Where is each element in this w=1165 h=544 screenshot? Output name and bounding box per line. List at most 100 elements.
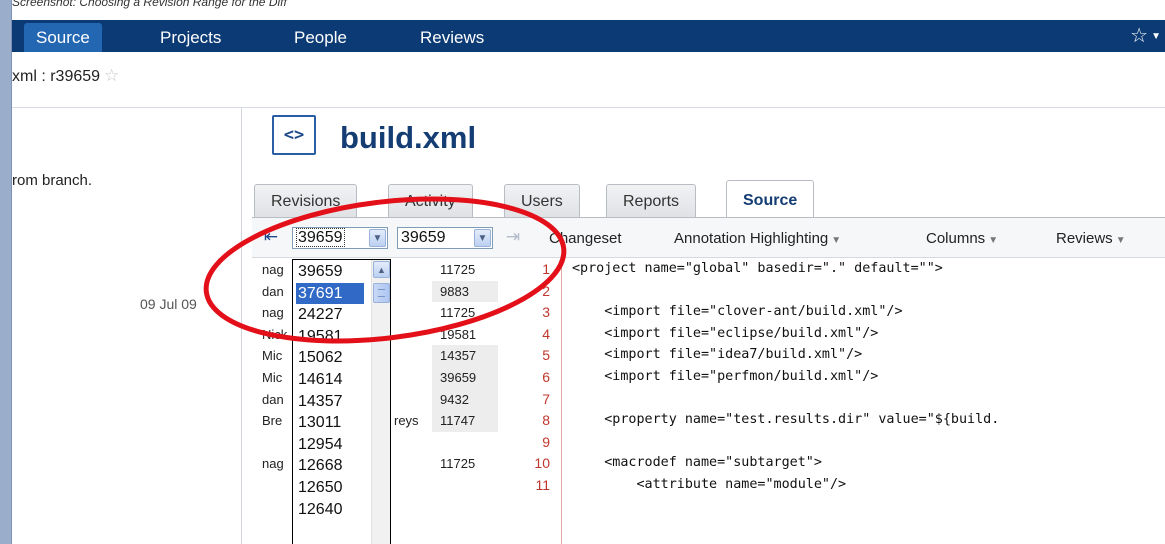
xml-file-icon: <> [272, 115, 316, 155]
source-code-line: <attribute name="module"/> [572, 477, 847, 492]
chevron-down-icon: ▼ [831, 235, 842, 246]
nav-tab-source[interactable]: Source [24, 23, 102, 52]
line-author-tail: reys [394, 413, 419, 429]
changeset-link[interactable]: Changeset [549, 230, 622, 247]
revision-option[interactable]: 14614 [296, 369, 364, 391]
columns-menu[interactable]: Columns ▼ [926, 230, 998, 247]
line-number: 2 [542, 282, 550, 299]
line-revision[interactable]: 11725 [432, 259, 498, 281]
chevron-down-icon[interactable]: ▼ [369, 229, 386, 247]
source-code-line: <property name="test.results.dir" value=… [572, 412, 1000, 428]
line-number: 1 [542, 261, 550, 277]
chevron-down-icon: ▼ [1115, 235, 1126, 246]
line-revision[interactable]: 19581 [432, 324, 498, 346]
revision-option[interactable]: 12954 [296, 434, 364, 456]
next-revision-icon[interactable]: ⇥ [502, 226, 524, 248]
line-number: 5 [542, 347, 550, 364]
line-author[interactable]: nag [262, 456, 284, 471]
from-revision-select[interactable]: 39659 ▼ [292, 227, 388, 249]
line-author[interactable]: Bre [262, 413, 282, 428]
line-revision[interactable] [432, 432, 498, 454]
revision-option[interactable]: 15062 [296, 347, 364, 369]
revision-option[interactable]: 37691 [296, 282, 364, 305]
nav-tab-projects[interactable]: Projects [148, 23, 233, 52]
reviews-menu[interactable]: Reviews ▼ [1056, 230, 1126, 247]
source-code-line: <import file="clover-ant/build.xml"/> [572, 304, 903, 320]
page-title: build.xml [340, 120, 477, 155]
line-author[interactable]: nag [262, 305, 284, 320]
to-revision-select[interactable]: 39659 ▼ [397, 227, 493, 249]
revision-option[interactable]: 39659 [296, 261, 364, 283]
revision-option[interactable]: 24227 [296, 304, 364, 326]
chevron-down-icon[interactable]: ▼ [474, 229, 491, 247]
line-number: 8 [542, 412, 550, 429]
reviews-label: Reviews [1056, 230, 1113, 247]
annotation-highlighting-menu[interactable]: Annotation Highlighting ▼ [674, 230, 841, 247]
screenshot-caption: Screenshot: Choosing a Revision Range fo… [12, 0, 287, 9]
line-author[interactable]: nag [262, 262, 284, 277]
scrollbar-thumb[interactable] [373, 283, 390, 303]
annotation-highlighting-label: Annotation Highlighting [674, 230, 829, 247]
breadcrumb: xml : r39659 ☆ [12, 66, 119, 86]
nav-tab-people[interactable]: People [282, 23, 359, 52]
star-icon: ☆ [1130, 25, 1149, 47]
revision-option[interactable]: 12668 [296, 455, 364, 477]
dropdown-scrollbar[interactable]: ▲ [371, 260, 390, 544]
tab-source[interactable]: Source [726, 180, 815, 218]
line-number: 10 [534, 455, 550, 472]
revision-info-panel: rom branch. 09 Jul 09 [12, 108, 242, 544]
breadcrumb-bar: xml : r39659 ☆ [12, 52, 1165, 108]
chevron-up-icon[interactable]: ▲ [373, 261, 390, 278]
tab-revisions[interactable]: Revisions [254, 184, 358, 218]
favorites-menu[interactable]: ☆ ▼ [1130, 22, 1161, 50]
line-author[interactable]: Nick [262, 327, 287, 342]
source-code-line: <import file="idea7/build.xml"/> [572, 347, 863, 363]
source-toolbar: ⇤ 39659 ▼ 39659 ▼ ⇥ Changeset Annotation… [252, 218, 1165, 258]
line-revision[interactable]: 39659 [432, 367, 498, 389]
file-tabs: Revisions Activity Users Reports Source [252, 180, 1165, 218]
line-revision[interactable]: 9432 [432, 388, 498, 411]
columns-label: Columns [926, 230, 986, 247]
tab-users[interactable]: Users [504, 184, 580, 218]
line-author[interactable]: dan [262, 284, 284, 299]
line-revision[interactable]: 11725 [432, 302, 498, 324]
tab-reports[interactable]: Reports [606, 184, 697, 218]
nav-tab-reviews[interactable]: Reviews [408, 23, 496, 52]
source-code-line: <import file="eclipse/build.xml"/> [572, 325, 879, 341]
line-number: 3 [542, 304, 550, 321]
line-number: 9 [542, 433, 550, 450]
line-revision[interactable]: 11725 [432, 453, 498, 475]
previous-revision-icon[interactable]: ⇤ [260, 226, 282, 248]
commit-message: rom branch. [12, 172, 93, 189]
line-number: 4 [542, 325, 550, 342]
revision-option[interactable]: 14357 [296, 391, 364, 413]
commit-date: 09 Jul 09 [140, 296, 197, 312]
revision-option[interactable]: 12640 [296, 499, 364, 521]
line-author[interactable]: dan [262, 392, 284, 407]
to-revision-value: 39659 [401, 229, 446, 246]
line-number: 6 [542, 369, 550, 385]
page-left-border [0, 0, 12, 544]
line-author[interactable]: Mic [262, 370, 282, 385]
line-number: 7 [542, 390, 550, 407]
line-revision[interactable] [432, 475, 498, 497]
revision-option[interactable]: 12650 [296, 477, 364, 499]
line-number: 11 [535, 477, 550, 493]
chevron-down-icon: ▼ [1151, 30, 1161, 42]
revision-option[interactable]: 19581 [296, 326, 364, 348]
breadcrumb-text: xml : r39659 [12, 68, 101, 85]
line-author[interactable]: Mic [262, 348, 282, 363]
from-revision-value: 39659 [296, 228, 345, 247]
revision-option[interactable]: 13011 [296, 412, 364, 434]
source-code-line: <import file="perfmon/build.xml"/> [572, 369, 879, 384]
source-code-line: <macrodef name="subtarget"> [572, 455, 822, 471]
chevron-down-icon: ▼ [988, 235, 999, 246]
line-revision[interactable]: 9883 [432, 280, 498, 303]
line-revision[interactable]: 14357 [432, 345, 498, 367]
top-navigation: Source Projects People Reviews ☆ ▼ [12, 20, 1165, 52]
line-revision[interactable]: 11747 [432, 410, 498, 432]
from-revision-dropdown[interactable]: 12640 12650 12668 12954 13011 14357 14614 15062… [292, 259, 391, 544]
star-icon[interactable]: ☆ [104, 66, 119, 85]
source-code-line: <project name="global" basedir="." defau… [572, 261, 943, 276]
tab-activity[interactable]: Activity [388, 184, 473, 218]
